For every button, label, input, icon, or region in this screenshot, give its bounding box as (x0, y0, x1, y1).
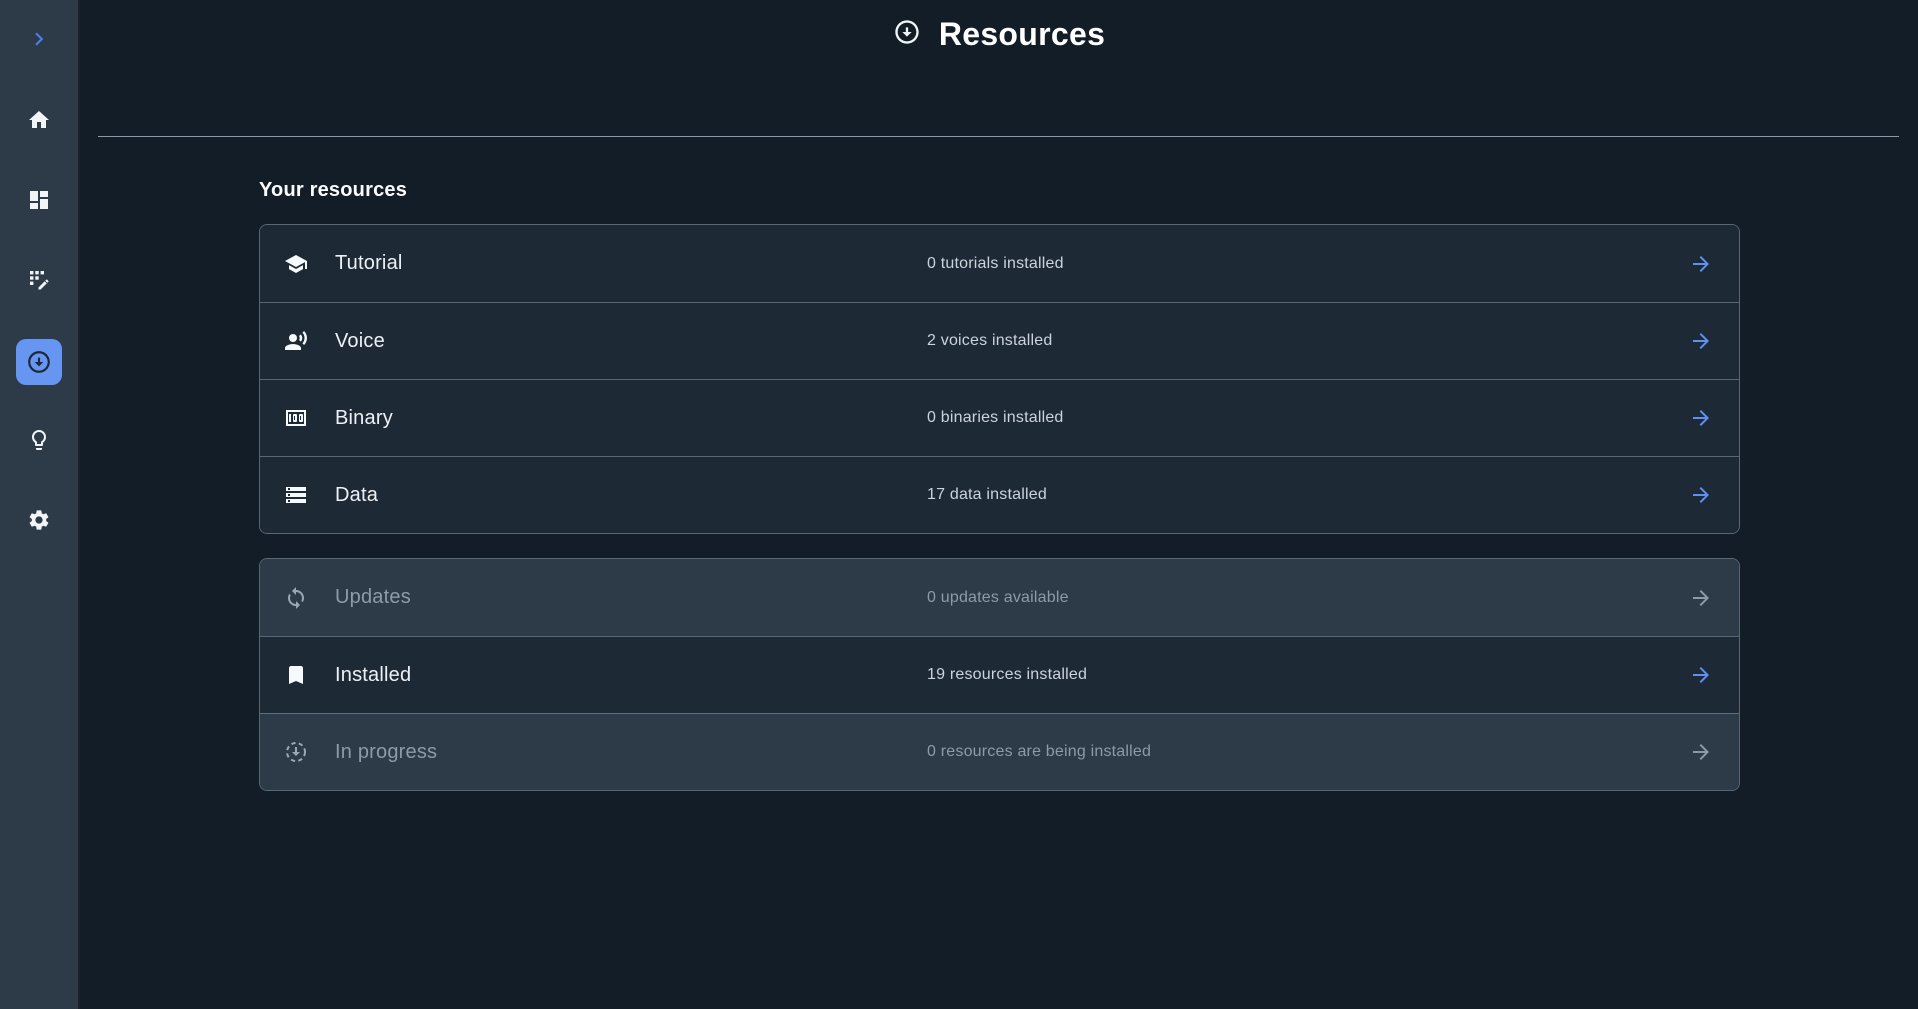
gear-icon (27, 508, 51, 537)
sidebar-item-resources-active[interactable] (0, 322, 78, 402)
row-status: 0 resources are being installed (927, 743, 1689, 761)
row-status: 0 updates available (927, 589, 1689, 607)
grid-edit-icon (27, 268, 51, 297)
row-status: 17 data installed (927, 486, 1689, 504)
page-title: Resources (939, 16, 1105, 53)
arrow-right-icon[interactable] (1689, 252, 1713, 276)
arrow-right-icon[interactable] (1689, 329, 1713, 353)
row-status: 2 voices installed (927, 332, 1689, 350)
downloading-icon (284, 740, 308, 764)
row-status: 0 binaries installed (927, 409, 1689, 427)
row-label: Tutorial (335, 252, 927, 275)
row-updates: Updates 0 updates available (260, 559, 1739, 636)
arrow-right-icon (1689, 586, 1713, 610)
row-label: In progress (335, 741, 927, 764)
row-installed[interactable]: Installed 19 resources installed (260, 636, 1739, 713)
sidebar-item-compose[interactable] (0, 242, 78, 322)
sidebar (0, 0, 80, 1009)
download-circle-icon (893, 18, 921, 51)
chevron-right-icon (26, 26, 52, 57)
arrow-right-icon[interactable] (1689, 663, 1713, 687)
row-data[interactable]: Data 17 data installed (260, 456, 1739, 533)
binary-icon (284, 406, 308, 430)
row-status: 19 resources installed (927, 666, 1689, 684)
resource-status-card: Updates 0 updates available Installed 19… (259, 558, 1740, 791)
row-tutorial[interactable]: Tutorial 0 tutorials installed (260, 225, 1739, 302)
home-icon (27, 108, 51, 137)
row-label: Installed (335, 664, 927, 687)
data-icon (284, 483, 308, 507)
sidebar-item-ideas[interactable] (0, 402, 78, 482)
sidebar-item-dashboard[interactable] (0, 162, 78, 242)
sync-icon (284, 586, 308, 610)
voice-icon (284, 329, 308, 353)
page-title-row: Resources (80, 16, 1918, 53)
arrow-right-icon[interactable] (1689, 406, 1713, 430)
lightbulb-icon (27, 428, 51, 457)
row-binary[interactable]: Binary 0 binaries installed (260, 379, 1739, 456)
row-in-progress: In progress 0 resources are being instal… (260, 713, 1739, 790)
dashboard-icon (27, 188, 51, 217)
bookmark-icon (284, 663, 308, 687)
download-circle-icon (16, 339, 62, 385)
page-header: Resources (80, 0, 1918, 137)
row-label: Binary (335, 407, 927, 430)
row-label: Data (335, 484, 927, 507)
row-label: Voice (335, 330, 927, 353)
row-voice[interactable]: Voice 2 voices installed (260, 302, 1739, 379)
row-label: Updates (335, 586, 927, 609)
resources-content: Your resources Tutorial 0 tutorials inst… (80, 137, 1918, 791)
arrow-right-icon[interactable] (1689, 483, 1713, 507)
school-icon (284, 252, 308, 276)
section-title: Your resources (259, 179, 1918, 202)
sidebar-item-home[interactable] (0, 82, 78, 162)
header-divider (98, 136, 1899, 137)
row-status: 0 tutorials installed (927, 255, 1689, 273)
arrow-right-icon (1689, 740, 1713, 764)
sidebar-expand-button[interactable] (0, 0, 78, 82)
app-window: Resources Your resources Tutorial 0 tuto… (0, 0, 1918, 1009)
sidebar-item-settings[interactable] (0, 482, 78, 562)
resource-types-card: Tutorial 0 tutorials installed Voice 2 v… (259, 224, 1740, 534)
main-area: Resources Your resources Tutorial 0 tuto… (80, 0, 1918, 1009)
